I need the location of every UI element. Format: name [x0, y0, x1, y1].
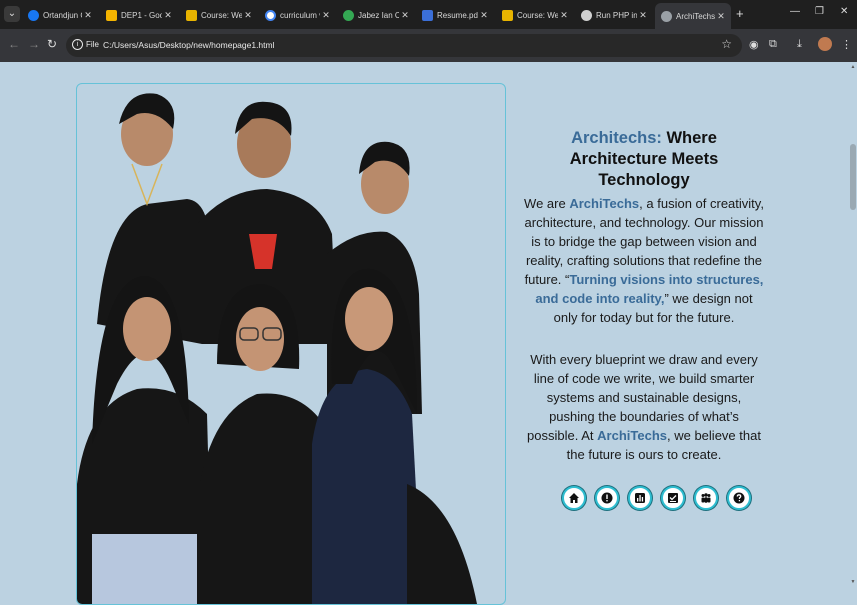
- scroll-up-icon[interactable]: ▲: [850, 64, 856, 70]
- tab-2[interactable]: DEP1 - Goog ✕: [100, 4, 178, 26]
- about-icon[interactable]: [595, 486, 619, 510]
- close-tab-icon[interactable]: ✕: [320, 10, 332, 21]
- tab-8[interactable]: Run PHP in V ✕: [575, 4, 653, 26]
- profile-avatar[interactable]: [818, 37, 832, 51]
- p1-brand: ArchiTechs: [569, 196, 640, 211]
- url-text[interactable]: C:/Users/Asus/Desktop/new/homepage1.html: [103, 40, 275, 50]
- p1-text-a: We are: [524, 196, 570, 211]
- tab-6[interactable]: Resume.pdf ✕: [416, 4, 494, 26]
- address-bar[interactable]: i File C:/Users/Asus/Desktop/new/homepag…: [66, 34, 742, 57]
- team-icon[interactable]: [694, 486, 718, 510]
- extensions-puzzle-icon[interactable]: ⧉: [769, 38, 777, 51]
- tab-3[interactable]: Course: Web ✕: [180, 4, 258, 26]
- pdf-icon: [422, 9, 433, 21]
- icon-nav: [562, 486, 751, 510]
- info-icon: i: [72, 39, 83, 50]
- restore-icon[interactable]: ❐: [815, 6, 824, 17]
- close-tab-icon[interactable]: ✕: [715, 11, 727, 22]
- team-photo: [76, 83, 506, 605]
- team-photo-illustration: [77, 93, 477, 604]
- extension-icon[interactable]: ◉: [749, 38, 759, 51]
- scroll-down-icon[interactable]: ▼: [850, 579, 856, 585]
- tab-7[interactable]: Course: Web ✕: [496, 4, 574, 26]
- stats-icon[interactable]: [628, 486, 652, 510]
- drive-icon: [106, 9, 117, 21]
- close-tab-icon[interactable]: ✕: [82, 10, 94, 21]
- scrollbar[interactable]: [849, 62, 857, 589]
- openai-icon: [581, 9, 592, 21]
- close-tab-icon[interactable]: ✕: [242, 10, 254, 21]
- back-icon[interactable]: ←: [8, 37, 20, 51]
- tasks-icon[interactable]: [661, 486, 685, 510]
- facebook-icon: [28, 9, 39, 21]
- download-icon[interactable]: ⤓: [797, 38, 802, 51]
- tab-5[interactable]: Jabez Ian Ch ✕: [337, 4, 415, 26]
- forward-icon[interactable]: →: [28, 37, 40, 51]
- moodle-icon: [186, 9, 197, 21]
- close-window-icon[interactable]: ✕: [840, 6, 848, 17]
- hero-heading: Architechs: Where Architecture Meets Tec…: [526, 128, 762, 191]
- browser-toolbar: ← → ↻ i File C:/Users/Asus/Desktop/new/h…: [0, 29, 857, 62]
- tab-search-icon[interactable]: ⌄: [4, 6, 20, 22]
- browser-tab-bar: ⌄ Ortandjun Gu ✕ DEP1 - Goog ✕ Course: W…: [0, 0, 857, 29]
- intro-paragraph: We are ArchiTechs, a fusion of creativit…: [524, 194, 764, 327]
- menu-kebab-icon[interactable]: ⋮: [841, 38, 852, 51]
- tab-1[interactable]: Ortandjun Gu ✕: [22, 4, 98, 26]
- close-tab-icon[interactable]: ✕: [637, 10, 649, 21]
- home-icon[interactable]: [562, 486, 586, 510]
- globe-icon: [661, 10, 672, 22]
- tab-active[interactable]: ArchiTechs ✕: [655, 3, 731, 29]
- reload-icon[interactable]: ↻: [47, 37, 57, 51]
- moodle-icon: [502, 9, 513, 21]
- p2-brand: ArchiTechs: [597, 428, 667, 443]
- site-info-chip[interactable]: i File: [72, 39, 99, 50]
- tab-4[interactable]: curriculum vi ✕: [259, 4, 336, 26]
- close-tab-icon[interactable]: ✕: [478, 10, 490, 21]
- close-tab-icon[interactable]: ✕: [162, 10, 174, 21]
- google-icon: [265, 9, 276, 21]
- mission-paragraph: With every blueprint we draw and every l…: [524, 350, 764, 464]
- heading-brand: Architechs:: [571, 129, 662, 147]
- close-tab-icon[interactable]: ✕: [399, 10, 411, 21]
- close-tab-icon[interactable]: ✕: [558, 10, 570, 21]
- minimize-icon[interactable]: —: [790, 6, 800, 17]
- grammarly-icon: [343, 9, 354, 21]
- person-front-right: [312, 268, 477, 604]
- new-tab-icon[interactable]: +: [736, 6, 744, 21]
- scrollbar-thumb[interactable]: [850, 144, 856, 210]
- bookmark-star-icon[interactable]: ☆: [721, 37, 732, 51]
- help-icon[interactable]: [727, 486, 751, 510]
